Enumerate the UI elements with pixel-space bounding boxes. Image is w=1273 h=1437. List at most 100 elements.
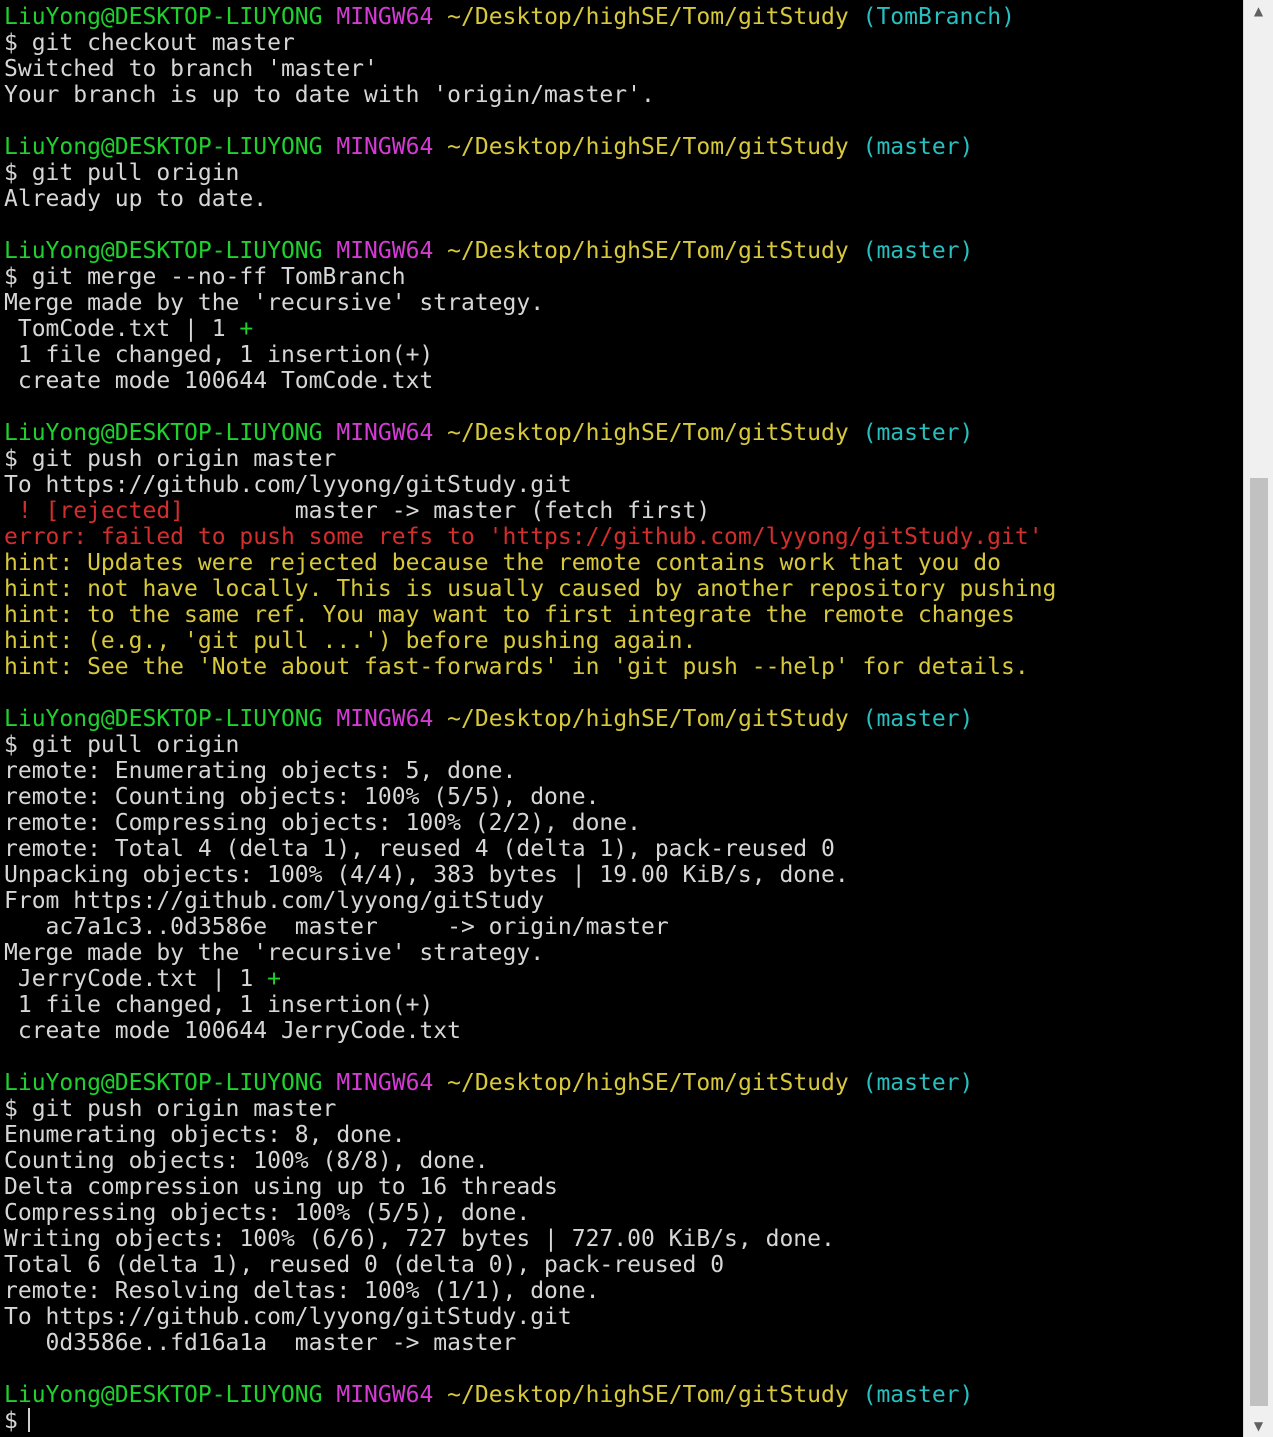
output-line: ac7a1c3..0d3586e master -> origin/master <box>0 914 1242 940</box>
prompt-path: ~/Desktop/highSE/Tom/gitStudy <box>447 1070 849 1096</box>
output-text: 0d3586e..fd16a1a master -> master <box>4 1330 517 1356</box>
hint-text: hint: (e.g., 'git pull ...') before push… <box>4 628 697 654</box>
vertical-scrollbar[interactable]: ▲ ▼ <box>1243 0 1273 1437</box>
prompt-branch: (TomBranch) <box>862 4 1015 30</box>
output-line: Unpacking objects: 100% (4/4), 383 bytes… <box>0 862 1242 888</box>
output-line: hint: to the same ref. You may want to f… <box>0 602 1242 628</box>
output-text: Counting objects: 100% (8/8), done. <box>4 1148 489 1174</box>
error-text: ! [rejected] <box>4 498 185 524</box>
output-text: remote: Total 4 (delta 1), reused 4 (del… <box>4 836 835 862</box>
output-line: Writing objects: 100% (6/6), 727 bytes |… <box>0 1226 1242 1252</box>
output-line: create mode 100644 TomCode.txt <box>0 368 1242 394</box>
terminal-output[interactable]: LiuYong@DESKTOP-LIUYONG MINGW64 ~/Deskto… <box>0 4 1242 1437</box>
output-text: $ git pull origin <box>4 732 240 758</box>
output-line: hint: See the 'Note about fast-forwards'… <box>0 654 1242 680</box>
output-line: $ git push origin master <box>0 446 1242 472</box>
scrollbar-thumb[interactable] <box>1250 478 1268 1406</box>
output-line: Merge made by the 'recursive' strategy. <box>0 290 1242 316</box>
prompt-branch: (master) <box>862 238 974 264</box>
prompt-line: LiuYong@DESKTOP-LIUYONG MINGW64 ~/Deskto… <box>0 1070 1242 1096</box>
chevron-down-icon[interactable]: ▼ <box>1244 1415 1273 1437</box>
output-line: hint: Updates were rejected because the … <box>0 550 1242 576</box>
output-line: create mode 100644 JerryCode.txt <box>0 1018 1242 1044</box>
output-line: Compressing objects: 100% (5/5), done. <box>0 1200 1242 1226</box>
output-text: + <box>239 316 254 342</box>
output-line: 1 file changed, 1 insertion(+) <box>0 992 1242 1018</box>
output-line: From https://github.com/lyyong/gitStudy <box>0 888 1242 914</box>
prompt-path: ~/Desktop/highSE/Tom/gitStudy <box>447 134 849 160</box>
prompt-shell: MINGW64 <box>336 238 434 264</box>
output-text: Your branch is up to date with 'origin/m… <box>4 82 655 108</box>
prompt-line: LiuYong@DESKTOP-LIUYONG MINGW64 ~/Deskto… <box>0 706 1242 732</box>
prompt-branch: (master) <box>862 420 974 446</box>
prompt-user-host: LiuYong@DESKTOP-LIUYONG <box>4 4 323 30</box>
prompt-path: ~/Desktop/highSE/Tom/gitStudy <box>447 1382 849 1408</box>
prompt-shell: MINGW64 <box>336 134 434 160</box>
prompt-path: ~/Desktop/highSE/Tom/gitStudy <box>447 706 849 732</box>
prompt-user-host: LiuYong@DESKTOP-LIUYONG <box>4 1382 323 1408</box>
output-line: $ git pull origin <box>0 732 1242 758</box>
output-text: 1 file changed, 1 insertion(+) <box>4 992 434 1018</box>
output-line: 1 file changed, 1 insertion(+) <box>0 342 1242 368</box>
prompt-branch: (master) <box>862 134 974 160</box>
output-text: Already up to date. <box>4 186 268 212</box>
output-text: remote: Enumerating objects: 5, done. <box>4 758 517 784</box>
output-text: Compressing objects: 100% (5/5), done. <box>4 1200 531 1226</box>
output-line: $ git pull origin <box>0 160 1242 186</box>
prompt-branch: (master) <box>862 1382 974 1408</box>
output-line: To https://github.com/lyyong/gitStudy.gi… <box>0 472 1242 498</box>
prompt-user-host: LiuYong@DESKTOP-LIUYONG <box>4 238 323 264</box>
output-line: $ git checkout master <box>0 30 1242 56</box>
output-text: create mode 100644 TomCode.txt <box>4 368 434 394</box>
prompt-user-host: LiuYong@DESKTOP-LIUYONG <box>4 706 323 732</box>
output-text: $ git pull origin <box>4 160 240 186</box>
output-line: Total 6 (delta 1), reused 0 (delta 0), p… <box>0 1252 1242 1278</box>
output-text: $ git push origin master <box>4 1096 337 1122</box>
output-text: $ <box>4 1408 18 1434</box>
prompt-line: LiuYong@DESKTOP-LIUYONG MINGW64 ~/Deskto… <box>0 134 1242 160</box>
output-line: $ <box>0 1408 1242 1434</box>
output-text: + <box>267 966 281 992</box>
output-text: Merge made by the 'recursive' strategy. <box>4 290 545 316</box>
output-text: From https://github.com/lyyong/gitStudy <box>4 888 545 914</box>
prompt-line: LiuYong@DESKTOP-LIUYONG MINGW64 ~/Deskto… <box>0 420 1242 446</box>
hint-text: hint: Updates were rejected because the … <box>4 550 1001 576</box>
output-text: remote: Counting objects: 100% (5/5), do… <box>4 784 600 810</box>
output-line: ! [rejected] master -> master (fetch fir… <box>0 498 1242 524</box>
output-text: create mode 100644 JerryCode.txt <box>4 1018 461 1044</box>
output-line: Delta compression using up to 16 threads <box>0 1174 1242 1200</box>
prompt-shell: MINGW64 <box>336 4 434 30</box>
output-text: 1 file changed, 1 insertion(+) <box>4 342 434 368</box>
output-text: TomCode.txt | 1 <box>4 316 240 342</box>
output-line: remote: Compressing objects: 100% (2/2),… <box>0 810 1242 836</box>
output-line: Counting objects: 100% (8/8), done. <box>0 1148 1242 1174</box>
prompt-user-host: LiuYong@DESKTOP-LIUYONG <box>4 134 323 160</box>
output-text: remote: Resolving deltas: 100% (1/1), do… <box>4 1278 600 1304</box>
output-text: Unpacking objects: 100% (4/4), 383 bytes… <box>4 862 849 888</box>
prompt-user-host: LiuYong@DESKTOP-LIUYONG <box>4 420 323 446</box>
output-line: remote: Total 4 (delta 1), reused 4 (del… <box>0 836 1242 862</box>
output-line: Merge made by the 'recursive' strategy. <box>0 940 1242 966</box>
output-line: $ git merge --no-ff TomBranch <box>0 264 1242 290</box>
output-line: To https://github.com/lyyong/gitStudy.gi… <box>0 1304 1242 1330</box>
output-text: $ git push origin master <box>4 446 337 472</box>
chevron-up-icon[interactable]: ▲ <box>1244 0 1273 22</box>
hint-text: hint: not have locally. This is usually … <box>4 576 1057 602</box>
output-text: Merge made by the 'recursive' strategy. <box>4 940 545 966</box>
